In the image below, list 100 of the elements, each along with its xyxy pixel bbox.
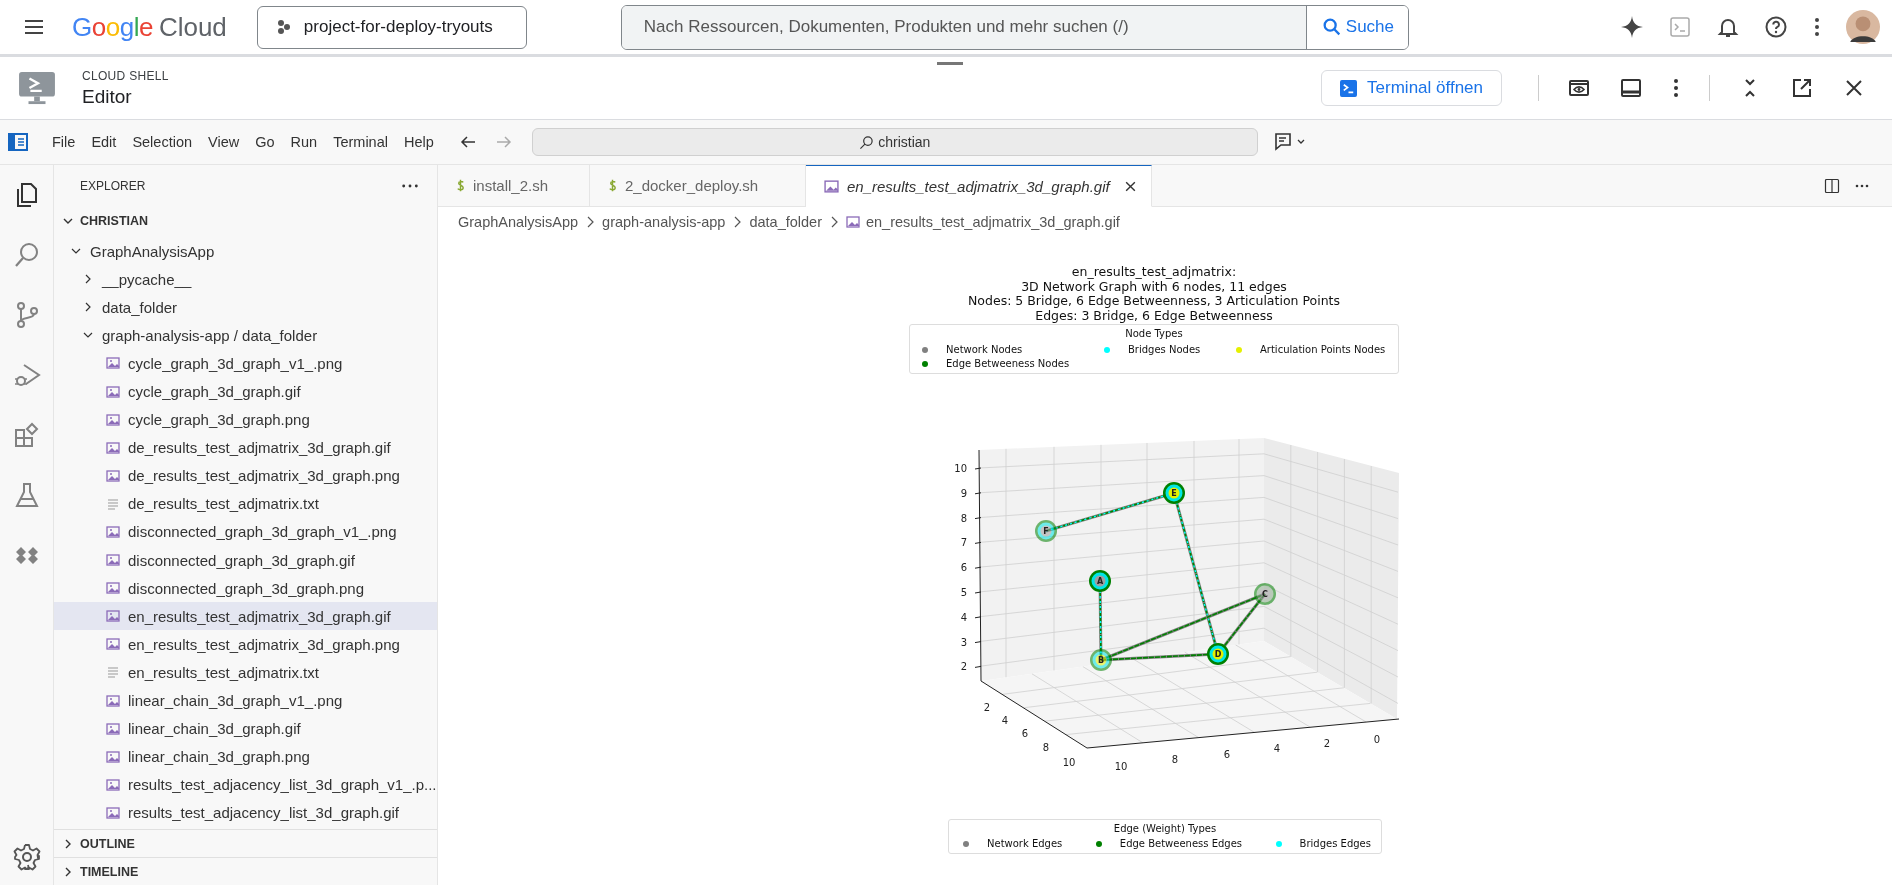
tree-item[interactable]: linear_chain_3d_graph.gif xyxy=(54,714,437,743)
more-icon[interactable] xyxy=(401,183,419,189)
avatar[interactable] xyxy=(1846,10,1880,44)
tree-item[interactable]: cycle_graph_3d_graph.png xyxy=(54,405,437,434)
project-picker[interactable]: project-for-deploy-tryouts xyxy=(256,5,527,49)
tree-item[interactable]: cycle_graph_3d_graph_v1_.png xyxy=(54,349,437,378)
panel-icon[interactable] xyxy=(1619,76,1643,100)
legend-label: Network Nodes xyxy=(946,344,1023,355)
menu-item[interactable]: Edit xyxy=(83,130,125,154)
figure-title-line: Nodes: 5 Bridge, 6 Edge Betweenness, 3 Articulation Points xyxy=(968,294,1340,309)
open-terminal-button[interactable]: Terminal öffnen xyxy=(1321,70,1502,106)
product-name: Cloud xyxy=(158,11,227,43)
tree-item[interactable]: disconnected_graph_3d_graph.gif xyxy=(54,546,437,575)
tree-item[interactable]: cycle_graph_3d_graph.gif xyxy=(54,377,437,406)
close-icon[interactable] xyxy=(1123,179,1137,193)
node-label: A xyxy=(1096,577,1104,586)
tree-item[interactable]: data_folder xyxy=(54,293,437,322)
tree-item[interactable]: disconnected_graph_3d_graph_v1_.png xyxy=(54,517,437,547)
editor-tab[interactable]: install_2.sh xyxy=(438,165,590,207)
figure-title-line: Edges: 3 Bridge, 6 Edge Betweenness xyxy=(1035,308,1273,323)
overline-label: CLOUD SHELL xyxy=(82,68,169,83)
dollar-icon xyxy=(608,178,617,193)
menu-item[interactable]: Go xyxy=(247,130,283,154)
section-header[interactable]: OUTLINE xyxy=(54,829,437,857)
axis-tick-label: 6 xyxy=(1021,728,1029,739)
tree-item[interactable]: linear_chain_3d_graph_v1_.png xyxy=(54,686,437,715)
image-file-icon xyxy=(106,693,120,708)
tree-item[interactable]: __pycache__ xyxy=(54,265,437,294)
axis-tick-label: 8 xyxy=(1042,742,1050,753)
tree-item[interactable]: en_results_test_adjmatrix_3d_graph.gif xyxy=(54,602,437,631)
tree-item[interactable]: results_test_adjacency_list_3d_graph.gif xyxy=(54,798,437,827)
axis-tick-label: 10 xyxy=(954,463,967,474)
split-editor-icon[interactable] xyxy=(1824,177,1840,194)
menu-item[interactable]: Run xyxy=(282,130,326,154)
google-logo[interactable]: Google xyxy=(72,11,153,43)
axis-tick-label: 4 xyxy=(960,611,967,623)
help-icon[interactable] xyxy=(1764,15,1788,39)
image-file-icon xyxy=(846,215,860,229)
node-label: C xyxy=(1262,590,1268,599)
section-header[interactable]: CHRISTIAN xyxy=(54,207,437,235)
sidebar-toggle-icon[interactable] xyxy=(8,132,28,152)
menu-item[interactable]: Help xyxy=(395,130,442,154)
settings-icon[interactable] xyxy=(12,843,41,871)
search-icon[interactable] xyxy=(12,241,41,269)
drag-handle[interactable] xyxy=(937,62,963,65)
axis-tick-label: 8 xyxy=(960,512,967,524)
breadcrumb-item[interactable]: graph-analysis-app xyxy=(602,214,726,230)
menu-item[interactable]: Selection xyxy=(124,130,201,154)
chevron-icon xyxy=(830,216,838,228)
axis-tick-label: 9 xyxy=(960,487,967,499)
breadcrumb-item[interactable]: en_results_test_adjmatrix_3d_graph.gif xyxy=(866,214,1120,230)
axis-tick-label: 10 xyxy=(1062,757,1076,768)
run-debug-icon[interactable] xyxy=(12,361,41,389)
image-file-icon xyxy=(106,412,120,427)
menu-item[interactable]: File xyxy=(44,130,84,154)
node-label: E xyxy=(1171,489,1177,498)
axis-tick-label: 6 xyxy=(1223,749,1231,760)
chevron-icon xyxy=(733,216,742,228)
axis-tick-label: 6 xyxy=(960,562,967,574)
axis-tick-label: 3 xyxy=(960,636,967,648)
command-center[interactable]: christian xyxy=(531,128,1258,156)
menu-item[interactable]: Terminal xyxy=(325,130,396,154)
legend-title: Node Types xyxy=(1125,327,1183,340)
tree-item[interactable]: en_results_test_adjmatrix_3d_graph.png xyxy=(54,630,437,659)
dollar-icon xyxy=(456,178,465,193)
more-icon[interactable] xyxy=(1812,15,1822,39)
tree-item[interactable]: linear_chain_3d_graph.png xyxy=(54,742,437,771)
axis-tick-label: 7 xyxy=(960,537,967,549)
axis-tick-label: 10 xyxy=(1114,761,1128,772)
legend-label: Edge Betweeness Nodes xyxy=(946,358,1070,369)
menu-item[interactable]: View xyxy=(200,130,248,154)
axis-tick-label: 4 xyxy=(1001,715,1009,726)
section-header[interactable]: TIMELINE xyxy=(54,857,437,885)
text-file-icon xyxy=(106,496,120,511)
image-file-icon xyxy=(824,178,839,194)
monitor-icon xyxy=(18,71,56,105)
tree-item[interactable]: de_results_test_adjmatrix_3d_graph.gif xyxy=(54,433,437,462)
tree-item[interactable]: disconnected_graph_3d_graph.png xyxy=(54,574,437,603)
node-label: F xyxy=(1043,527,1049,536)
tree-item[interactable]: en_results_test_adjmatrix.txt xyxy=(54,658,437,687)
image-file-icon xyxy=(106,553,120,568)
editor-tab[interactable]: en_results_test_adjmatrix_3d_graph.gif xyxy=(806,165,1152,207)
tree-item[interactable]: graph-analysis-app / data_folder xyxy=(54,321,437,350)
tree-item[interactable]: results_test_adjacency_list_3d_graph_v1_.p... xyxy=(54,770,437,799)
open-external-icon[interactable] xyxy=(1790,76,1814,100)
chat-icon[interactable] xyxy=(1273,132,1306,152)
breadcrumb-item[interactable]: GraphAnalysisApp xyxy=(458,214,579,230)
axis-tick-label: 2 xyxy=(1323,738,1331,749)
more-icon[interactable] xyxy=(1671,76,1681,100)
extensions-icon[interactable] xyxy=(12,421,41,449)
breadcrumb-item[interactable]: data_folder xyxy=(749,214,822,230)
tree-item[interactable]: de_results_test_adjmatrix.txt xyxy=(54,489,437,518)
tree-item[interactable]: GraphAnalysisApp xyxy=(54,237,437,266)
sparkle-icon[interactable] xyxy=(1620,15,1644,39)
image-file-icon xyxy=(106,609,120,624)
tree-item[interactable]: de_results_test_adjmatrix_3d_graph.png xyxy=(54,461,437,490)
chevron-icon xyxy=(586,216,595,228)
image-file-icon xyxy=(106,440,120,455)
terminal-icon xyxy=(1340,79,1358,97)
legend-label: Network Edges xyxy=(987,838,1063,849)
